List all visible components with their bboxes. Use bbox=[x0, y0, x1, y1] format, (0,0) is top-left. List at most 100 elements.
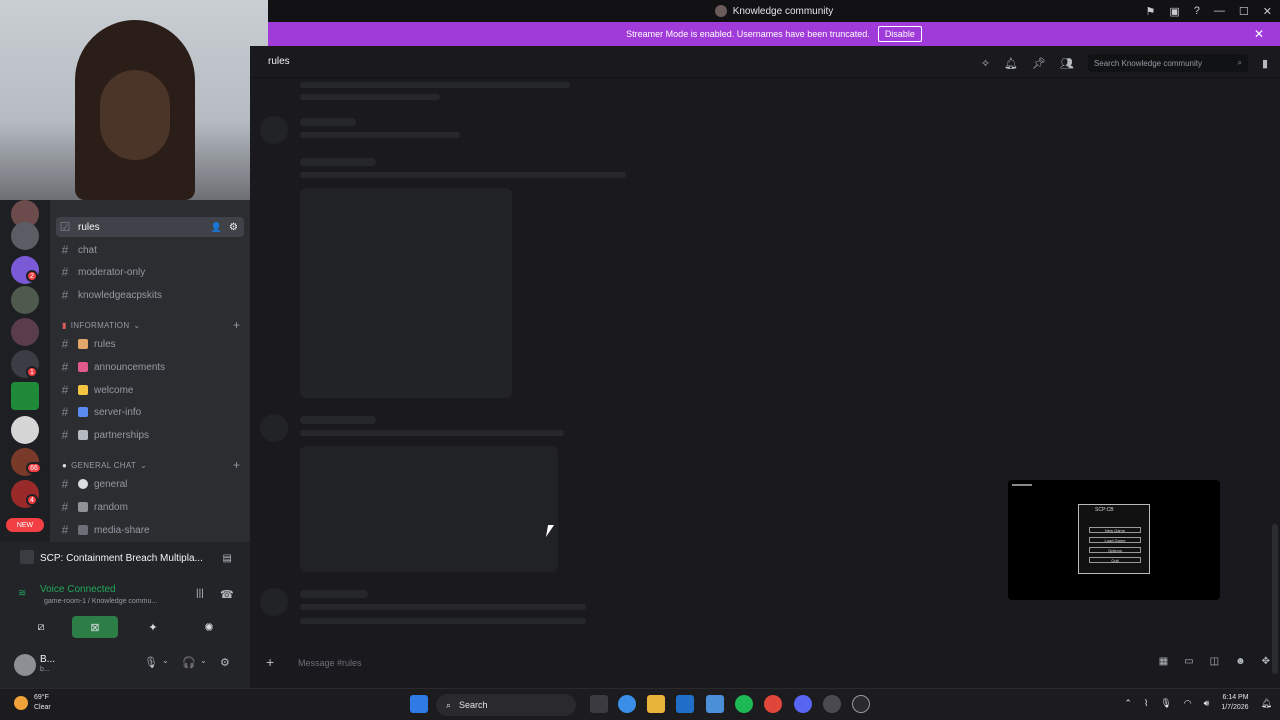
activity-controller-icon[interactable]: ▤ bbox=[223, 553, 232, 564]
store-icon[interactable] bbox=[706, 695, 724, 713]
server-icon[interactable] bbox=[11, 416, 39, 444]
file-explorer-icon[interactable] bbox=[647, 695, 665, 713]
voice-panel: ≋ Voice Connected game-room-1 / Knowledg… bbox=[0, 574, 250, 644]
channel-item-announcements[interactable]: # announcements bbox=[56, 357, 244, 377]
mic-chevron-icon[interactable]: ⌄ bbox=[162, 656, 169, 665]
taskbar-search[interactable]: ⌕ Search bbox=[436, 694, 576, 716]
channel-item-server-info[interactable]: # server-info bbox=[56, 402, 244, 422]
server-icon[interactable] bbox=[11, 382, 39, 410]
channel-item-knowledgeacpskits[interactable]: # knowledgeacpskits bbox=[56, 285, 244, 305]
loading-placeholder bbox=[300, 604, 586, 610]
unread-badge: 4 bbox=[26, 494, 38, 506]
soundboard-icon: ✺ bbox=[204, 621, 214, 634]
camera-off-icon: ⧄ bbox=[37, 620, 45, 633]
activity-panel[interactable]: SCP: Containment Breach Multipla... ▤ bbox=[0, 542, 250, 574]
noise-suppression-icon[interactable]: ||| bbox=[196, 588, 204, 599]
channel-item-chat[interactable]: # chat bbox=[56, 240, 244, 260]
hash-icon: # bbox=[61, 265, 69, 279]
close-window-button[interactable]: ✕ bbox=[1263, 5, 1272, 18]
voice-channel[interactable]: game-room-1 / Knowledge commu... bbox=[44, 598, 157, 605]
channel-settings-icon[interactable]: ⚙ bbox=[229, 222, 238, 233]
weather-widget[interactable]: 69°F Clear bbox=[14, 693, 51, 713]
microphone-icon[interactable]: 🎙 bbox=[144, 656, 158, 669]
category-general-chat[interactable]: ● GENERAL CHAT ⌄ bbox=[62, 461, 147, 470]
speech-emoji-icon bbox=[78, 479, 88, 489]
app-icon[interactable] bbox=[823, 695, 841, 713]
weather-sun-icon bbox=[14, 696, 28, 710]
loading-avatar bbox=[260, 588, 288, 616]
new-servers-badge[interactable]: NEW bbox=[6, 518, 44, 532]
headphones-icon[interactable]: 🎧 bbox=[182, 656, 196, 669]
activities-button[interactable]: ✦ bbox=[130, 616, 176, 638]
outlook-icon[interactable] bbox=[676, 695, 694, 713]
members-icon[interactable]: 👥︎ bbox=[1060, 57, 1074, 70]
user-settings-icon[interactable]: ⚙ bbox=[220, 656, 230, 669]
add-member-icon[interactable]: 👤 bbox=[211, 222, 222, 233]
headphones-chevron-icon[interactable]: ⌄ bbox=[200, 656, 207, 665]
network-icon[interactable]: ⌇ bbox=[1144, 698, 1148, 709]
search-input[interactable]: Search Knowledge community ⌕ bbox=[1087, 54, 1248, 72]
screen-icon[interactable]: ▣ bbox=[1169, 5, 1179, 18]
channel-item-welcome[interactable]: # welcome bbox=[56, 380, 244, 400]
channel-item-general[interactable]: # general bbox=[56, 474, 244, 494]
unread-badge: 66 bbox=[26, 462, 42, 474]
maximize-button[interactable]: ☐ bbox=[1239, 5, 1249, 18]
wifi-icon[interactable]: ◠ bbox=[1184, 698, 1192, 709]
discord-icon[interactable] bbox=[794, 695, 812, 713]
picture-in-picture-window[interactable]: SCP:CB New Game Load Game Options Quit bbox=[1008, 480, 1220, 600]
inbox-flag-icon[interactable]: ⚑ bbox=[1146, 5, 1156, 18]
chrome-icon[interactable] bbox=[764, 695, 782, 713]
close-banner-icon[interactable]: ✕ bbox=[1254, 27, 1264, 41]
megaphone-emoji-icon bbox=[78, 362, 88, 372]
gift-icon[interactable]: ▦ bbox=[1159, 656, 1168, 667]
server-icon[interactable] bbox=[11, 286, 39, 314]
disable-streamer-button[interactable]: Disable bbox=[877, 26, 922, 42]
obs-icon[interactable] bbox=[852, 695, 870, 713]
notification-icon[interactable]: 🔔︎ bbox=[1261, 698, 1272, 709]
minimize-button[interactable]: — bbox=[1214, 5, 1225, 17]
volume-icon[interactable]: 🔊︎ bbox=[1204, 698, 1210, 709]
inbox-icon[interactable]: ▮ bbox=[1262, 57, 1268, 70]
channel-item-partnerships[interactable]: # partnerships bbox=[56, 425, 244, 445]
avatar[interactable] bbox=[14, 654, 36, 676]
add-channel-icon[interactable]: + bbox=[233, 318, 240, 332]
category-information[interactable]: ▮ INFORMATION ⌄ bbox=[62, 321, 140, 330]
threads-icon[interactable]: ✧ bbox=[981, 57, 990, 70]
clock[interactable]: 6:14 PM 1/7/2026 bbox=[1221, 693, 1248, 713]
copilot-icon[interactable] bbox=[618, 695, 636, 713]
apps-icon[interactable]: ✥ bbox=[1262, 656, 1270, 667]
message-composer[interactable]: + Message #rules ▦ ▭ ◫ ☻ ✥ bbox=[260, 652, 1270, 674]
pin-icon[interactable]: 📌︎ bbox=[1032, 57, 1046, 70]
gif-icon[interactable]: ▭ bbox=[1184, 656, 1193, 667]
channel-item-rules[interactable]: ☑ rules 👤 ⚙ bbox=[56, 217, 244, 237]
start-button[interactable] bbox=[410, 695, 428, 713]
add-channel-icon[interactable]: + bbox=[233, 458, 240, 472]
soundboard-button[interactable]: ✺ bbox=[186, 616, 232, 638]
channel-item-random[interactable]: # random bbox=[56, 497, 244, 517]
message-input[interactable]: Message #rules bbox=[298, 658, 362, 668]
unread-badge: 2 bbox=[26, 270, 38, 282]
task-view-icon[interactable] bbox=[590, 695, 608, 713]
chat-scrollbar[interactable] bbox=[1272, 524, 1278, 674]
username[interactable]: B... bbox=[40, 654, 55, 665]
notification-bell-icon[interactable]: 🔔︎ bbox=[1004, 57, 1018, 70]
channel-item-moderator-only[interactable]: # moderator-only bbox=[56, 262, 244, 282]
server-icon[interactable] bbox=[11, 318, 39, 346]
hash-icon: # bbox=[61, 477, 69, 491]
emoji-icon[interactable]: ☻ bbox=[1235, 656, 1246, 667]
channel-item-rules[interactable]: # rules bbox=[56, 334, 244, 354]
disconnect-icon[interactable]: ☎ bbox=[220, 588, 234, 601]
tray-chevron-icon[interactable]: ⌃ bbox=[1124, 698, 1132, 709]
screen-share-button[interactable]: ⊠ bbox=[72, 616, 118, 638]
sticker-icon[interactable]: ◫ bbox=[1210, 656, 1219, 667]
spotify-icon[interactable] bbox=[735, 695, 753, 713]
mic-tray-icon[interactable]: 🎙︎ bbox=[1160, 698, 1171, 709]
channel-item-media-share[interactable]: # media-share bbox=[56, 520, 244, 540]
wave-emoji-icon bbox=[78, 385, 88, 395]
attach-plus-icon[interactable]: + bbox=[266, 654, 274, 670]
help-icon[interactable]: ? bbox=[1194, 5, 1200, 17]
activities-icon: ✦ bbox=[148, 621, 158, 634]
loading-placeholder bbox=[300, 94, 440, 100]
server-icon[interactable] bbox=[11, 222, 39, 250]
camera-off-button[interactable]: ⧄ bbox=[18, 616, 64, 638]
